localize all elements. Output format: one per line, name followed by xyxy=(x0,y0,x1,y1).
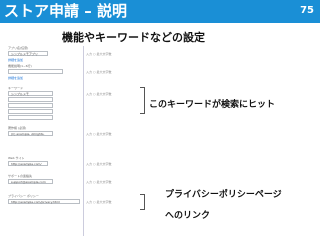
field-hint: 入力 ○ 最大文字数 xyxy=(86,200,112,204)
field-hint: 入力 ○ 最大文字数 xyxy=(86,180,112,184)
privacy-bracket xyxy=(140,194,145,210)
copyright-field[interactable]: (C) example. Allrights. xyxy=(8,131,53,136)
field-label-support: サポートの連絡先 xyxy=(8,174,33,178)
field-hint: 入力 ○ 最大文字数 xyxy=(86,92,112,96)
keyword-field[interactable] xyxy=(8,103,53,108)
field-hint: 入力 ○ 最大文字数 xyxy=(86,52,112,56)
more-link[interactable]: 詳細を追加 xyxy=(8,76,23,80)
keyword-field[interactable]: シンプルメモ xyxy=(8,91,53,96)
privacy-annotation-line2: へのリンク xyxy=(165,211,211,221)
slide-subtitle: 機能やキーワードなどの設定 xyxy=(62,31,205,44)
privacy-annotation-line1: プライバシーポリシーページ xyxy=(165,190,282,200)
keyword-annotation: このキーワードが検索にヒット xyxy=(149,100,276,110)
field-label-website: Web サイト xyxy=(8,156,25,160)
field-label-privacy: プライバシー ポリシー xyxy=(8,194,39,198)
app-name-field[interactable]: シンプルメモアプリ xyxy=(8,51,48,56)
features-field[interactable] xyxy=(8,69,63,74)
field-label-app-name: アプリ名(任意) xyxy=(8,46,29,50)
field-hint: 入力 ○ 最大文字数 xyxy=(86,162,112,166)
header-bar: ストア申請 – 説明 75 xyxy=(0,0,320,23)
privacy-policy-field[interactable]: http://example.com/privacy.html xyxy=(8,199,80,204)
keyword-field[interactable] xyxy=(8,97,53,102)
form-divider xyxy=(83,46,84,236)
field-label-keyword: キーワード xyxy=(8,86,24,90)
field-label-features: 機能説明(1~6行) xyxy=(8,64,32,68)
keyword-field[interactable] xyxy=(8,115,53,120)
field-hint: 入力 ○ 最大文字数 xyxy=(86,70,112,74)
more-link[interactable]: 詳細を追加 xyxy=(8,58,23,62)
website-field[interactable]: http://example.com/ xyxy=(8,161,48,166)
field-hint: 入力 ○ 最大文字数 xyxy=(86,132,112,136)
support-field[interactable]: support@example.com xyxy=(8,179,53,184)
page-title: ストア申請 – 説明 xyxy=(4,2,127,20)
keyword-field[interactable] xyxy=(8,109,53,114)
field-label-copyright: 著作権 (必須) xyxy=(8,126,27,130)
page-number: 75 xyxy=(300,5,314,16)
keyword-bracket xyxy=(140,87,145,114)
store-form-screenshot: アプリ名(任意) シンプルメモアプリ 入力 ○ 最大文字数 詳細を追加 機能説明… xyxy=(8,46,288,240)
